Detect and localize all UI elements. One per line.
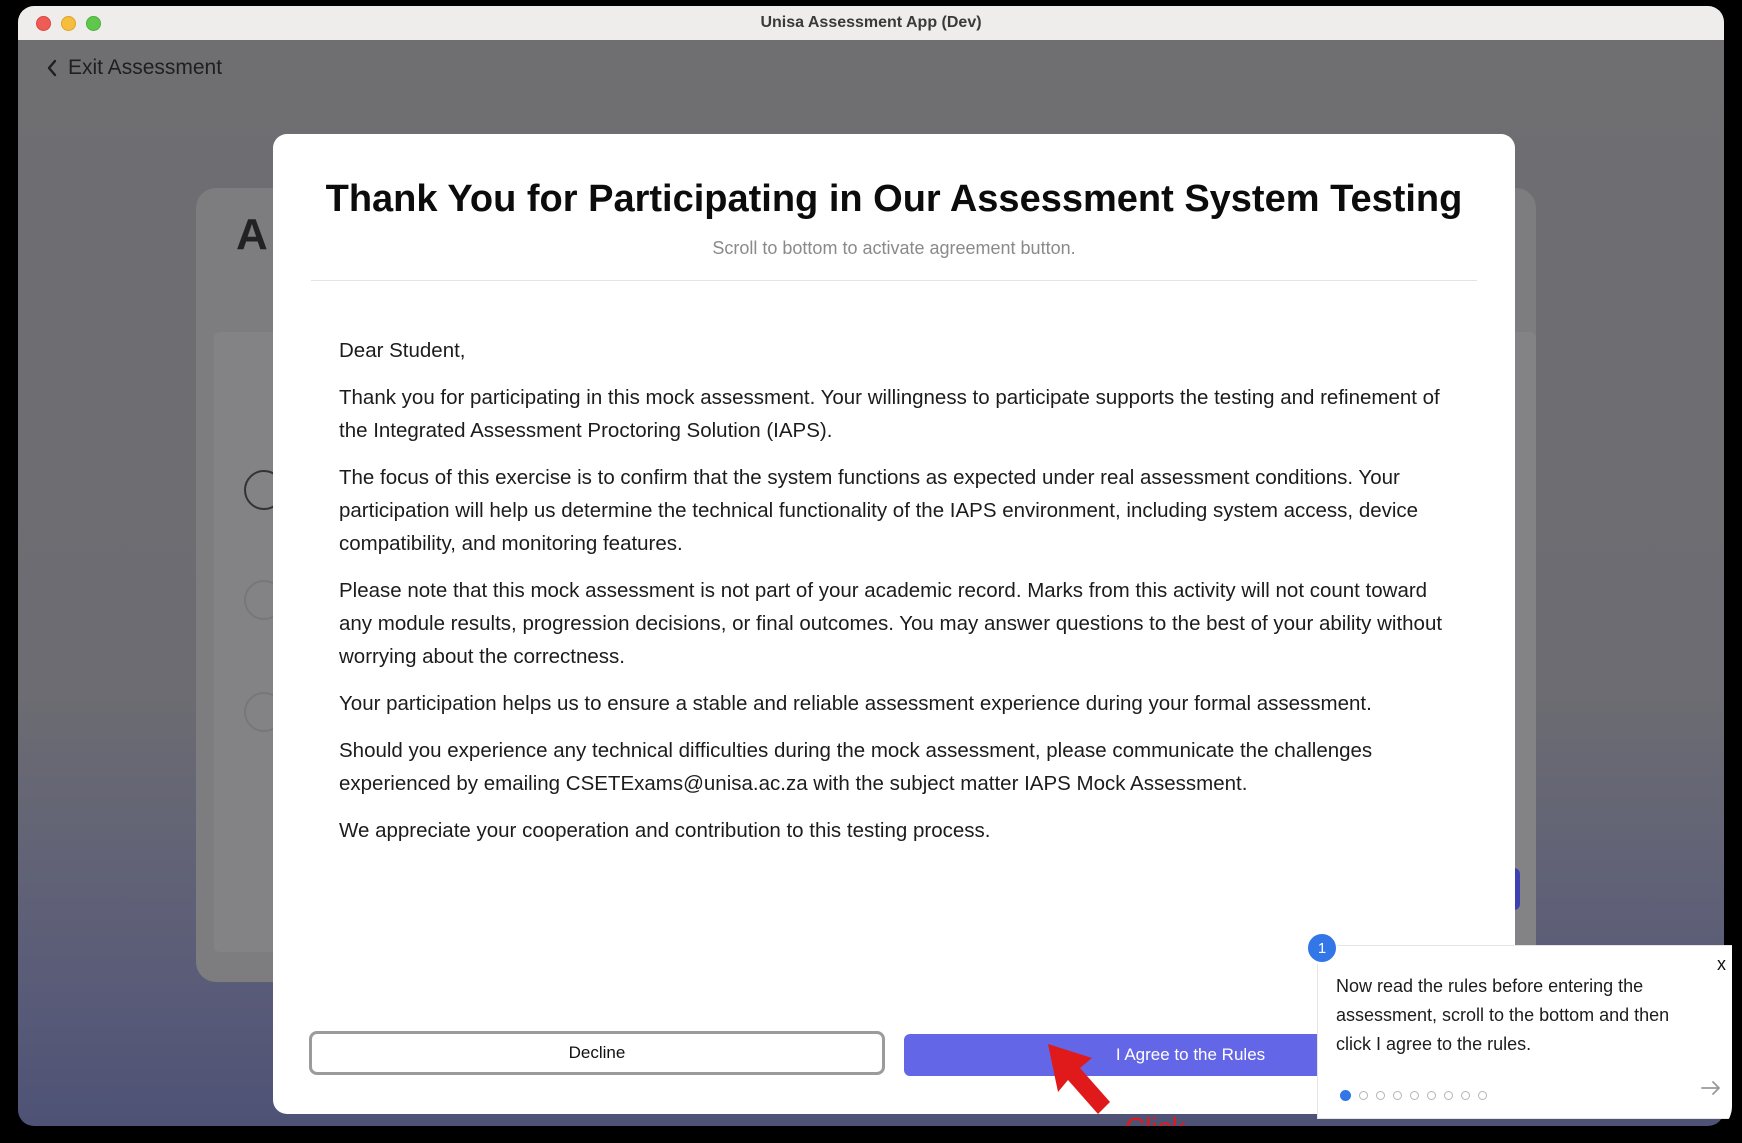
tour-next-button[interactable] <box>1700 1080 1722 1101</box>
exit-assessment-link[interactable]: Exit Assessment <box>46 56 222 80</box>
window-controls <box>36 16 101 31</box>
tour-step-dot[interactable] <box>1359 1091 1368 1100</box>
tour-step-dot[interactable] <box>1376 1091 1385 1100</box>
modal-paragraph: Thank you for participating in this mock… <box>339 386 1440 442</box>
tour-step-dots <box>1340 1090 1487 1101</box>
modal-title: Thank You for Participating in Our Asses… <box>325 178 1463 220</box>
app-window: Unisa Assessment App (Dev) Exit Assessme… <box>10 0 1732 1134</box>
tour-step-dot[interactable] <box>1410 1091 1419 1100</box>
tour-step-dot[interactable] <box>1393 1091 1402 1100</box>
background-heading-fragment: A <box>236 210 268 259</box>
maximize-window-button[interactable] <box>86 16 101 31</box>
modal-paragraph: Should you experience any technical diff… <box>339 739 1373 795</box>
minimize-window-button[interactable] <box>61 16 76 31</box>
modal-paragraph: We appreciate your cooperation and contr… <box>339 819 991 842</box>
title-bar: Unisa Assessment App (Dev) <box>18 6 1724 41</box>
modal-divider <box>311 280 1477 281</box>
tour-step-badge: 1 <box>1306 932 1338 964</box>
modal-paragraph: Your participation helps us to ensure a … <box>339 692 1372 715</box>
exit-assessment-label: Exit Assessment <box>68 56 223 79</box>
modal-paragraph: Please note that this mock assessment is… <box>339 579 1443 668</box>
tour-step-dot[interactable] <box>1340 1090 1351 1101</box>
window-title: Unisa Assessment App (Dev) <box>760 14 982 31</box>
tour-step-text: Now read the rules before entering the a… <box>1336 976 1670 1054</box>
modal-subtitle: Scroll to bottom to activate agreement b… <box>712 238 1076 258</box>
click-annotation-label: Click <box>1125 1112 1186 1126</box>
arrow-right-icon <box>1700 1081 1722 1100</box>
click-arrow-icon <box>1048 1044 1110 1114</box>
modal-paragraph: Dear Student, <box>339 339 466 362</box>
chevron-left-icon <box>46 59 58 77</box>
tour-popover: x Now read the rules before entering the… <box>1318 946 1732 1118</box>
modal-paragraph: The focus of this exercise is to confirm… <box>339 466 1419 555</box>
tour-step-dot[interactable] <box>1478 1091 1487 1100</box>
tour-step-dot[interactable] <box>1444 1091 1453 1100</box>
decline-button[interactable]: Decline <box>309 1031 885 1075</box>
tour-step-dot[interactable] <box>1427 1091 1436 1100</box>
tour-close-button[interactable]: x <box>1717 954 1726 975</box>
modal-body[interactable]: Dear Student, Thank you for participatin… <box>339 334 1459 861</box>
tour-step-dot[interactable] <box>1461 1091 1470 1100</box>
close-window-button[interactable] <box>36 16 51 31</box>
